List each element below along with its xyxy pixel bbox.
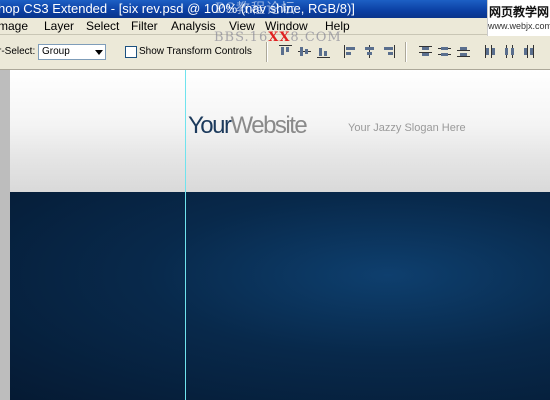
watermark-badge: 网页教学网 www.webjx.com — [487, 0, 550, 36]
menu-image[interactable]: mage — [0, 18, 28, 34]
watermark-overlay: BBS.16XX8.COM — [214, 30, 342, 45]
menu-analysis[interactable]: Analysis — [171, 18, 216, 34]
menu-select[interactable]: Select — [86, 18, 119, 34]
watermark-overlay-suffix: 8.COM — [290, 30, 342, 45]
toolbar-separator — [266, 42, 268, 62]
show-transform-checkbox[interactable] — [125, 46, 137, 58]
align-bottom-icon[interactable] — [316, 44, 331, 59]
site-nav-band — [10, 192, 550, 400]
watermark-overlay-prefix: BBS.16 — [214, 30, 269, 45]
auto-select-value: Group — [42, 46, 70, 57]
chevron-down-icon — [95, 50, 103, 55]
window-title: hop CS3 Extended - [six rev.psd @ 100% (… — [0, 1, 355, 16]
canvas-pasteboard — [0, 70, 10, 400]
distribute-bottom-icon[interactable] — [456, 44, 471, 59]
logo-website: Website — [230, 112, 308, 139]
menu-filter[interactable]: Filter — [131, 18, 158, 34]
watermark-badge-url: www.webjx.com — [488, 21, 550, 31]
watermark-badge-title: 网页教学网 — [488, 5, 549, 19]
site-header-band: YourWebsite Your Jazzy Slogan Here — [10, 70, 550, 192]
site-slogan: Your Jazzy Slogan Here — [348, 122, 466, 134]
watermark-overlay-red: XX — [268, 30, 291, 45]
distribute-horizontal-center-icon[interactable] — [502, 44, 517, 59]
align-vertical-center-icon[interactable] — [297, 44, 312, 59]
vertical-guide-line[interactable] — [185, 70, 186, 400]
align-top-icon[interactable] — [278, 44, 293, 59]
photoshop-window: hop CS3 Extended - [six rev.psd @ 100% (… — [0, 0, 550, 400]
distribute-left-icon[interactable] — [483, 44, 498, 59]
align-left-icon[interactable] — [343, 44, 358, 59]
distribute-top-icon[interactable] — [418, 44, 433, 59]
toolbar-separator — [405, 42, 407, 62]
document-canvas[interactable]: YourWebsite Your Jazzy Slogan Here — [10, 70, 550, 400]
distribute-vertical-center-icon[interactable] — [437, 44, 452, 59]
auto-select-label: r-Select: — [0, 46, 36, 57]
auto-select-dropdown[interactable]: Group — [38, 44, 106, 60]
show-transform-label: Show Transform Controls — [139, 46, 252, 57]
title-bar: hop CS3 Extended - [six rev.psd @ 100% (… — [0, 0, 550, 18]
align-horizontal-center-icon[interactable] — [362, 44, 377, 59]
site-logo: YourWebsite — [188, 112, 308, 140]
menu-layer[interactable]: Layer — [44, 18, 74, 34]
watermark-text: PS教程论坛 — [215, 1, 297, 17]
logo-your: Your — [188, 112, 232, 139]
distribute-right-icon[interactable] — [521, 44, 536, 59]
align-right-icon[interactable] — [381, 44, 396, 59]
